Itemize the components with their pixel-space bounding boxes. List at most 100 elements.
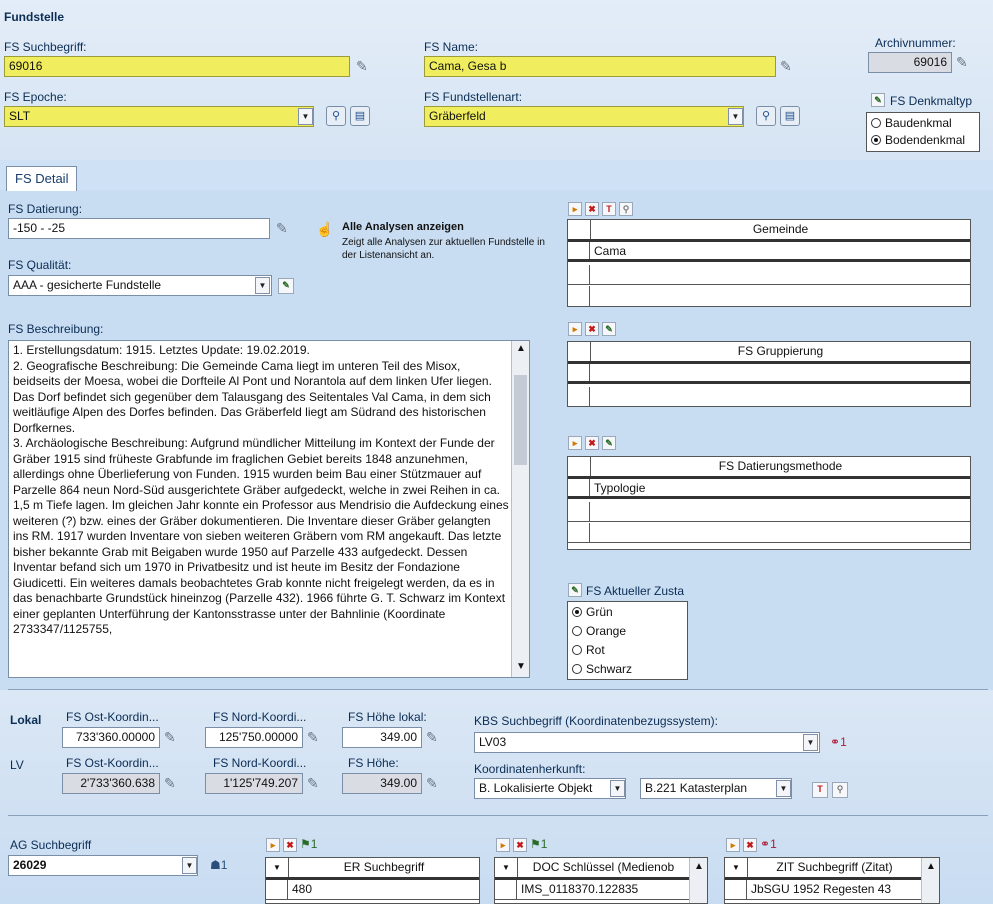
chevron-down-icon[interactable]: ▼	[610, 780, 625, 797]
table-row[interactable]: Cama	[568, 242, 970, 262]
add-icon[interactable]: ▸	[266, 838, 280, 852]
table-row[interactable]	[568, 286, 970, 306]
kbs-select[interactable]: LV03	[474, 732, 820, 753]
delete-icon[interactable]: ✖	[743, 838, 757, 852]
radio-gruen[interactable]: Grün	[572, 605, 613, 619]
search-icon[interactable]: ⚲	[756, 106, 776, 126]
beschreibung-textarea[interactable]: 1. Erstellungsdatum: 1915. Letztes Updat…	[8, 340, 530, 678]
chevron-down-icon[interactable]: ▼	[728, 108, 743, 125]
table-row[interactable]: Typologie	[568, 479, 970, 499]
epoche-select[interactable]: SLT	[4, 106, 314, 127]
chevron-down-icon[interactable]: ▼	[803, 734, 818, 751]
table-row[interactable]: IMS_0118370.122835	[495, 880, 689, 900]
fundstellenart-select[interactable]: Gräberfeld	[424, 106, 744, 127]
table-header: FS Gruppierung	[568, 342, 970, 364]
delete-icon[interactable]: ✖	[585, 436, 599, 450]
chevron-down-icon[interactable]: ▼	[725, 858, 747, 877]
radio-baudenkmal[interactable]: Baudenkmal	[871, 116, 952, 130]
datierungsmethode-table: FS Datierungsmethode Typologie	[567, 456, 971, 550]
table-row[interactable]	[568, 387, 970, 407]
chevron-down-icon[interactable]: ▼	[298, 108, 313, 125]
pencil-icon[interactable]: ✎	[602, 436, 616, 450]
tab-fs-detail[interactable]: FS Detail	[6, 166, 78, 191]
delete-icon[interactable]: ✖	[513, 838, 527, 852]
pencil-icon[interactable]: ✎	[602, 322, 616, 336]
lv-nord-field: 1'125'749.207	[205, 773, 303, 794]
chevron-down-icon[interactable]: ▼	[182, 857, 197, 874]
denkmaltyp-label: FS Denkmaltyp	[890, 94, 973, 108]
doc-link-count[interactable]: ⚑1	[530, 837, 547, 851]
chevron-down-icon[interactable]: ▼	[255, 277, 270, 294]
chevron-down-icon[interactable]: ▼	[266, 858, 288, 877]
suchbegriff-input[interactable]: 69016	[4, 56, 350, 77]
text-icon[interactable]: T	[602, 202, 616, 216]
scrollbar-thumb[interactable]	[514, 375, 527, 465]
table-row[interactable]	[568, 265, 970, 285]
wrench-icon[interactable]: ✎	[956, 54, 968, 70]
lokal-ost-input[interactable]: 733'360.00000	[62, 727, 160, 748]
er-link-count[interactable]: ⚑1	[300, 837, 317, 851]
delete-icon[interactable]: ✖	[585, 322, 599, 336]
pencil-icon[interactable]: ✎	[871, 93, 885, 107]
link-count[interactable]: ⚭1	[830, 735, 847, 749]
chevron-up-icon[interactable]: ▲	[694, 861, 704, 872]
chevron-down-icon[interactable]: ▼	[516, 661, 526, 672]
lokal-hoehe-input[interactable]: 349.00	[342, 727, 422, 748]
add-icon[interactable]: ▸	[568, 202, 582, 216]
add-icon[interactable]: ▸	[726, 838, 740, 852]
lv-ost-field: 2'733'360.638	[62, 773, 160, 794]
row-selector	[568, 387, 590, 407]
text-icon[interactable]: T	[812, 782, 828, 798]
herkunft-select[interactable]: B. Lokalisierte Objekt	[474, 778, 626, 799]
add-icon[interactable]: ▸	[496, 838, 510, 852]
gruppierung-table: FS Gruppierung	[567, 341, 971, 407]
search-icon[interactable]: ⚲	[619, 202, 633, 216]
zit-link-count[interactable]: ⚭1	[760, 837, 777, 851]
table-row[interactable]	[568, 502, 970, 522]
radio-bodendenkmal[interactable]: Bodendenkmal	[871, 133, 965, 147]
herkunft-detail-select[interactable]: B.221 Katasterplan	[640, 778, 792, 799]
edit-list-icon[interactable]: ▤	[350, 106, 370, 126]
search-icon[interactable]: ⚲	[326, 106, 346, 126]
radio-rot[interactable]: Rot	[572, 643, 605, 657]
lokal-nord-input[interactable]: 125'750.00000	[205, 727, 303, 748]
table-row[interactable]: 480	[266, 880, 479, 900]
qualitaet-select[interactable]: AAA - gesicherte Fundstelle	[8, 275, 272, 296]
delete-icon[interactable]: ✖	[283, 838, 297, 852]
radio-orange[interactable]: Orange	[572, 624, 626, 638]
beschreibung-scrollbar[interactable]: ▲ ▼	[511, 341, 529, 677]
chevron-up-icon[interactable]: ▲	[516, 343, 526, 354]
ag-input[interactable]: 26029	[8, 855, 198, 876]
wrench-icon[interactable]: ✎	[307, 775, 319, 791]
alle-analysen-button[interactable]: ☝ Alle Analysen anzeigen Zeigt alle Anal…	[316, 219, 546, 269]
table-row[interactable]	[568, 523, 970, 543]
chevron-down-icon[interactable]: ▼	[495, 858, 517, 877]
wrench-icon[interactable]: ✎	[780, 58, 792, 74]
edit-list-icon[interactable]: ▤	[780, 106, 800, 126]
wrench-icon[interactable]: ✎	[426, 775, 438, 791]
wrench-icon[interactable]: ✎	[426, 729, 438, 745]
datierung-input[interactable]: -150 - -25	[8, 218, 270, 239]
chevron-down-icon[interactable]: ▼	[776, 780, 791, 797]
radio-schwarz[interactable]: Schwarz	[572, 662, 632, 676]
table-row[interactable]: JbSGU 1952 Regesten 43	[725, 880, 921, 900]
pencil-icon[interactable]: ✎	[568, 583, 582, 597]
delete-icon[interactable]: ✖	[585, 202, 599, 216]
wrench-icon[interactable]: ✎	[164, 729, 176, 745]
add-icon[interactable]: ▸	[568, 322, 582, 336]
doc-scrollbar[interactable]: ▲	[689, 858, 707, 903]
wrench-icon[interactable]: ✎	[164, 775, 176, 791]
ag-link-count[interactable]: ☗1	[210, 858, 227, 872]
search-icon[interactable]: ⚲	[832, 782, 848, 798]
wrench-icon[interactable]: ✎	[356, 58, 368, 74]
pencil-icon[interactable]: ✎	[278, 278, 294, 294]
chevron-up-icon[interactable]: ▲	[926, 861, 936, 872]
radio-dot	[871, 118, 881, 128]
zit-scrollbar[interactable]: ▲	[921, 858, 939, 903]
wrench-icon[interactable]: ✎	[276, 220, 288, 236]
name-input[interactable]: Cama, Gesa b	[424, 56, 776, 77]
add-icon[interactable]: ▸	[568, 436, 582, 450]
table-header: ▼ ZIT Suchbegriff (Zitat)	[725, 858, 939, 880]
wrench-icon[interactable]: ✎	[307, 729, 319, 745]
table-row[interactable]	[568, 364, 970, 384]
